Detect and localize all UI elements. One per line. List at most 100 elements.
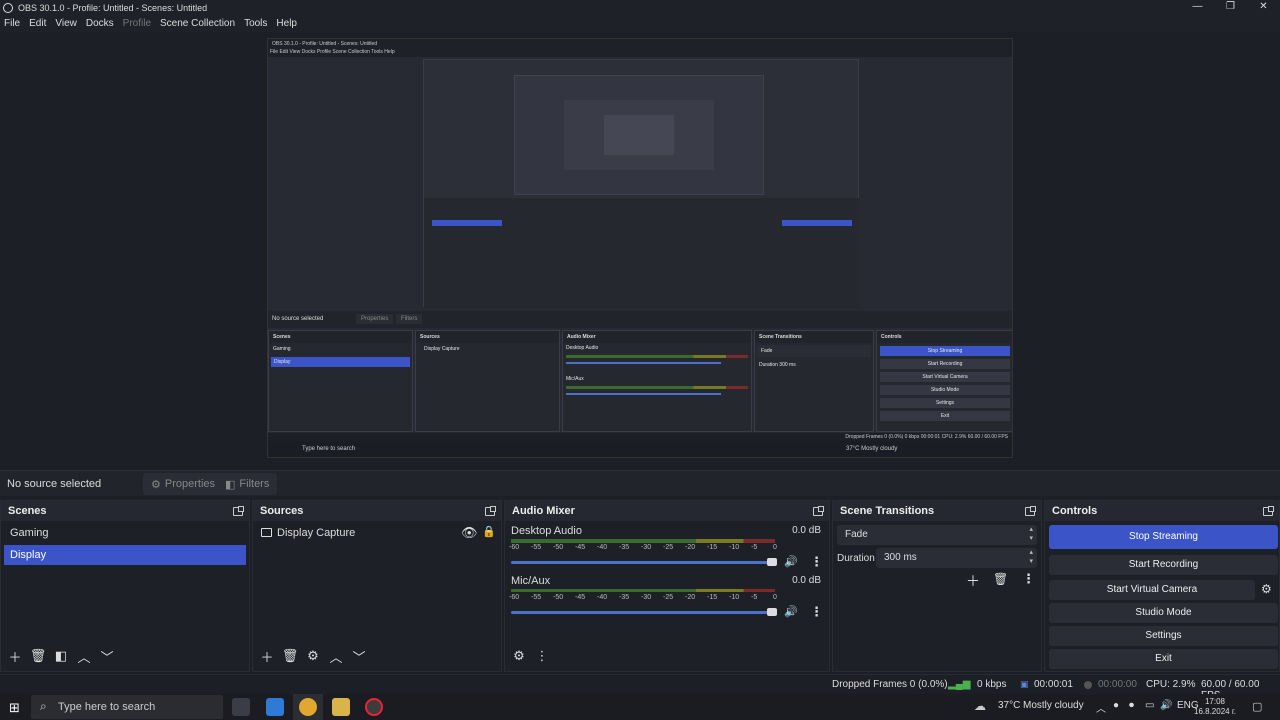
add-transition-icon[interactable]: ＋ (966, 571, 980, 591)
start-recording-button[interactable]: Start Recording (1049, 555, 1278, 575)
network-icon[interactable]: ▭ (1145, 700, 1154, 711)
search-placeholder: Type here to search (58, 701, 156, 713)
menu-docks[interactable]: Docks (86, 18, 114, 29)
mixer-channel-mic-aux: Mic/Aux 0.0 dB -60 -55 -50 -45 -40 -35 -… (505, 571, 829, 621)
task-view-icon[interactable] (232, 698, 250, 716)
preview-nested-no-source: No source selected (272, 316, 324, 322)
signal-bars-icon: ▂▄▆ (948, 679, 971, 690)
record-dot-icon (1084, 681, 1092, 689)
scene-filters-icon[interactable]: ◧ (52, 647, 70, 665)
gear-icon[interactable]: ⚙ (304, 647, 322, 665)
camera-icon[interactable]: ● (1113, 700, 1119, 711)
trash-icon[interactable]: 🗑 (281, 647, 299, 665)
more-options-icon[interactable]: ⋮ (533, 647, 551, 665)
trash-icon[interactable]: 🗑 (29, 647, 47, 665)
volume-slider-handle[interactable] (767, 558, 777, 566)
eye-icon[interactable]: 👁 (461, 525, 478, 541)
scene-transitions-title: Scene Transitions (840, 505, 935, 517)
window-title: OBS 30.1.0 - Profile: Untitled - Scenes:… (18, 2, 208, 13)
menu-view[interactable]: View (55, 18, 77, 29)
studio-mode-button[interactable]: Studio Mode (1049, 603, 1278, 623)
scene-item-gaming[interactable]: Gaming (4, 523, 246, 543)
preview-nested-controls: Controls Stop Streaming Start Recording … (876, 330, 1012, 432)
preview-recursive-view (423, 59, 860, 308)
volume-icon[interactable]: 🔊 (1160, 700, 1172, 711)
menu-tools[interactable]: Tools (244, 18, 267, 29)
settings-button[interactable]: Settings (1049, 626, 1278, 646)
undock-icon[interactable] (233, 505, 244, 516)
undock-icon[interactable] (813, 505, 824, 516)
mixer-channel-desktop-audio: Desktop Audio 0.0 dB -60 -55 -50 -45 -40… (505, 521, 829, 571)
mixer-gear-icon[interactable]: ⚙ (510, 647, 528, 665)
filters-button[interactable]: ◧ Filters (217, 473, 278, 495)
undock-icon[interactable] (1263, 505, 1274, 516)
file-explorer-icon[interactable] (332, 698, 350, 716)
preview-nested-filters: Filters (396, 314, 423, 324)
more-options-icon[interactable]: ⋮ (810, 554, 823, 570)
volume-slider[interactable] (511, 611, 771, 614)
more-options-icon[interactable]: ⋮ (1022, 571, 1035, 587)
menu-file[interactable]: File (4, 18, 20, 29)
undock-icon[interactable] (1025, 505, 1036, 516)
undock-icon[interactable] (485, 505, 496, 516)
more-options-icon[interactable]: ⋮ (810, 604, 823, 620)
volume-slider-handle[interactable] (767, 608, 777, 616)
taskbar-search[interactable]: ⌕ Type here to search (31, 695, 223, 719)
lock-icon[interactable]: 🔒 (482, 525, 496, 538)
system-clock[interactable]: 17:08 16.8.2024 г. (1194, 697, 1236, 717)
duration-spinbox[interactable]: 300 ms ▴ ▾ (876, 548, 1037, 568)
move-up-icon[interactable]: ︿ (75, 647, 93, 665)
menu-profile[interactable]: Profile (123, 18, 151, 29)
volume-slider[interactable] (511, 561, 771, 564)
speaker-icon[interactable]: 🔊 (784, 605, 798, 618)
chevron-updown-icon: ▴ ▾ (1029, 526, 1033, 542)
bitrate: 0 kbps (977, 679, 1007, 690)
preview-nested-sources: Sources Display Capture (415, 330, 560, 432)
restore-button[interactable]: ❐ (1214, 0, 1247, 15)
sources-dock: Sources Display Capture 👁 🔒 ＋ 🗑 ⚙ ︿ ﹀ (252, 500, 502, 672)
menu-scene-collection[interactable]: Scene Collection (160, 18, 235, 29)
preview-nested-title: OBS 30.1.0 - Profile: Untitled - Scenes:… (272, 41, 378, 47)
dropped-frames: Dropped Frames 0 (0.0%) (832, 679, 948, 690)
cpu-usage: CPU: 2.9% (1146, 679, 1196, 690)
title-bar: OBS 30.1.0 - Profile: Untitled - Scenes:… (0, 0, 1280, 15)
obs-taskbar-icon[interactable] (365, 698, 383, 716)
context-bar: No source selected ⚙ Properties ◧ Filter… (0, 470, 1280, 496)
trash-icon[interactable]: 🗑 (993, 572, 1008, 586)
menu-edit[interactable]: Edit (29, 18, 46, 29)
weather-text: Mostly cloudy (1023, 700, 1084, 711)
minimize-button[interactable]: — (1181, 0, 1214, 15)
preview-canvas[interactable]: OBS 30.1.0 - Profile: Untitled - Scenes:… (267, 38, 1013, 458)
exit-button[interactable]: Exit (1049, 649, 1278, 669)
move-up-icon[interactable]: ︿ (327, 647, 345, 665)
add-scene-icon[interactable]: ＋ (6, 647, 24, 665)
move-down-icon[interactable]: ﹀ (350, 647, 368, 665)
chrome-active-highlight (293, 694, 323, 720)
channel-db: 0.0 dB (792, 575, 821, 586)
preview-nested-taskbar: Type here to search 37°C Mostly cloudy (268, 441, 1012, 457)
notification-icon[interactable]: ▢ (1252, 700, 1262, 713)
close-button[interactable]: ✕ (1247, 0, 1280, 15)
scene-item-display[interactable]: Display (4, 545, 246, 565)
transition-select[interactable]: Fade ▴ ▾ (837, 525, 1037, 545)
source-item-display-capture[interactable]: Display Capture 👁 🔒 (253, 521, 501, 545)
properties-button[interactable]: ⚙ Properties (143, 473, 224, 495)
add-source-icon[interactable]: ＋ (258, 647, 276, 665)
audio-mixer-title: Audio Mixer (512, 505, 575, 517)
windows-start-icon[interactable]: ⊞ (9, 700, 20, 716)
mic-icon[interactable]: ⏺ (1129, 700, 1134, 711)
menu-help[interactable]: Help (276, 18, 297, 29)
windows-taskbar: ⊞ ⌕ Type here to search ☁ 37°C Mostly cl… (0, 694, 1280, 720)
chevron-updown-icon: ▴ ▾ (1029, 549, 1033, 565)
tray-chevron-icon[interactable]: ︿ (1096, 700, 1106, 715)
mail-icon[interactable] (266, 698, 284, 716)
virtual-camera-gear-icon[interactable]: ⚙ (1261, 582, 1272, 596)
stop-streaming-button[interactable]: Stop Streaming (1049, 525, 1278, 549)
speaker-icon[interactable]: 🔊 (784, 555, 798, 568)
scenes-dock: Scenes Gaming Display ＋ 🗑 ◧ ︿ ﹀ (0, 500, 250, 672)
record-time: 00:00:00 (1098, 679, 1137, 690)
channel-name: Mic/Aux (511, 575, 551, 587)
start-virtual-camera-button[interactable]: Start Virtual Camera (1049, 580, 1255, 600)
move-down-icon[interactable]: ﹀ (98, 647, 116, 665)
channel-db: 0.0 dB (792, 525, 821, 536)
